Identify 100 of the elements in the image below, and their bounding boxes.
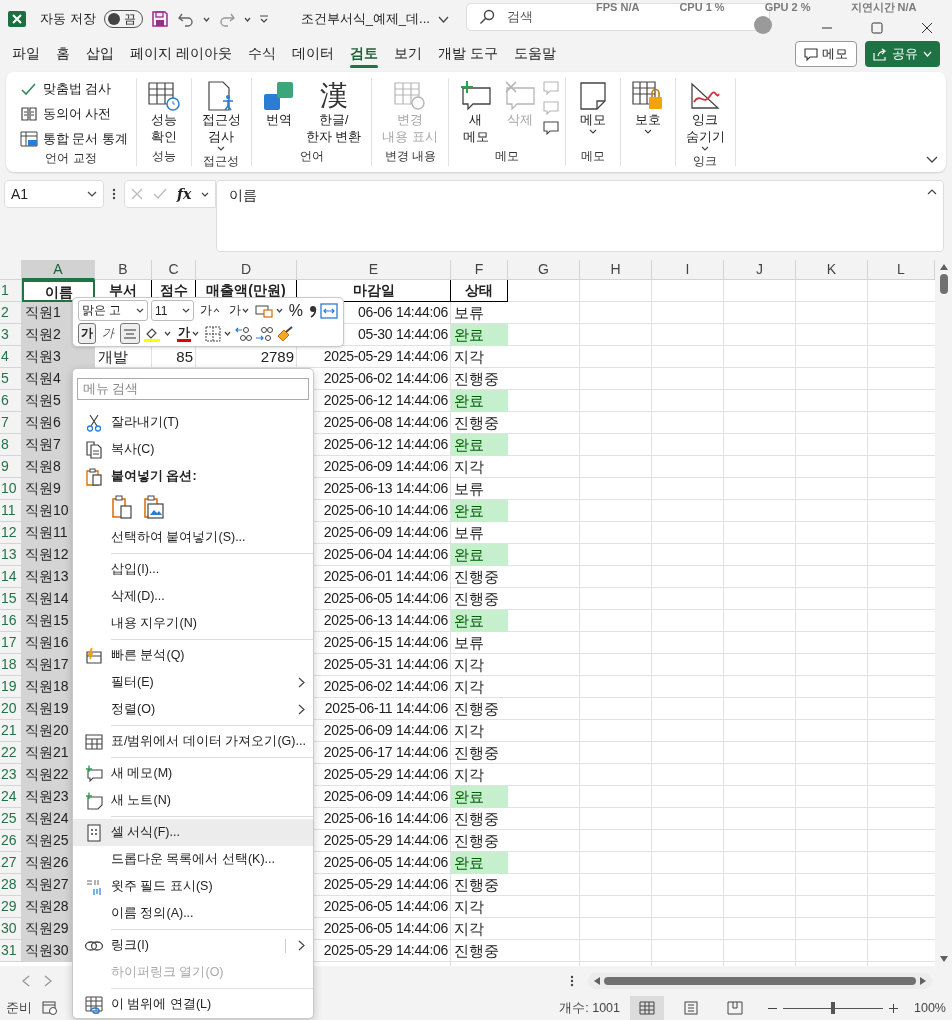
ribbon-button[interactable]: 동의어 사전	[18, 103, 130, 125]
italic-button[interactable]: 가	[99, 323, 117, 344]
ribbon-button[interactable]: 번역	[257, 78, 300, 131]
formula-field[interactable]: 이름	[216, 180, 944, 252]
horizontal-scrollbar[interactable]	[588, 973, 932, 989]
comment-nav-icon[interactable]	[542, 120, 559, 136]
share-button[interactable]: 공유	[865, 41, 940, 67]
ribbon-button[interactable]: 보호	[626, 78, 669, 136]
row-header[interactable]: 10	[0, 478, 22, 500]
center-align-button[interactable]	[120, 323, 140, 344]
normal-view-icon[interactable]	[630, 996, 664, 1020]
font-color-button[interactable]: 가	[174, 323, 202, 344]
next-sheet-icon[interactable]	[44, 975, 52, 987]
paste-picture-icon[interactable]	[143, 495, 165, 519]
ribbon-tab[interactable]: 도움말	[505, 39, 564, 69]
row-header[interactable]: 3	[0, 324, 22, 346]
row-header[interactable]: 29	[0, 896, 22, 918]
row-header[interactable]: 18	[0, 654, 22, 676]
increase-decimal-icon[interactable]	[234, 325, 252, 342]
close-icon[interactable]	[921, 22, 933, 34]
previous-sheet-icon[interactable]	[22, 975, 30, 987]
row-header[interactable]: 5	[0, 368, 22, 390]
row-header[interactable]: 20	[0, 698, 22, 720]
ribbon-tab[interactable]: 보기	[385, 39, 430, 69]
row-header[interactable]: 22	[0, 742, 22, 764]
row-header[interactable]: 14	[0, 566, 22, 588]
ribbon-button[interactable]: 잉크 숨기기	[681, 78, 729, 153]
row-header[interactable]: 11	[0, 500, 22, 522]
zoom-in-icon[interactable]	[889, 1003, 898, 1013]
row-header[interactable]: 31	[0, 940, 22, 962]
save-icon[interactable]	[150, 10, 169, 28]
paste-icon[interactable]	[111, 495, 133, 519]
row-header[interactable]: 13	[0, 544, 22, 566]
maximize-icon[interactable]	[871, 22, 883, 34]
ribbon-tab[interactable]: 페이지 레이아웃	[122, 39, 240, 69]
ribbon-button[interactable]: 맞춤법 검사	[18, 78, 130, 100]
grow-font-button[interactable]: 가	[196, 300, 223, 321]
row-header[interactable]: 17	[0, 632, 22, 654]
row-header[interactable]: 19	[0, 676, 22, 698]
row-header[interactable]: 26	[0, 830, 22, 852]
zoom-level[interactable]: 100%	[914, 1001, 946, 1015]
spreadsheet-app-icon[interactable]	[8, 10, 26, 28]
ribbon-tab[interactable]: 파일	[4, 39, 48, 69]
row-header[interactable]: 30	[0, 918, 22, 940]
ribbon-button[interactable]: 성능 확인	[142, 78, 185, 148]
row-header[interactable]: 4	[0, 346, 22, 368]
decrease-decimal-icon[interactable]	[255, 325, 273, 342]
row-header[interactable]: 12	[0, 522, 22, 544]
menu-item[interactable]: 셀 서식(F)...	[73, 819, 313, 846]
borders-icon[interactable]	[205, 325, 221, 342]
ribbon-button[interactable]: 漢 한글/ 한자 변환	[301, 78, 366, 148]
scroll-thumb[interactable]	[604, 977, 916, 985]
row-header[interactable]: 16	[0, 610, 22, 632]
ribbon-tab[interactable]: 데이터	[283, 39, 342, 69]
row-header[interactable]: 9	[0, 456, 22, 478]
menu-search-field[interactable]: 메뉴 검색	[77, 378, 309, 400]
name-box[interactable]: A1	[4, 180, 104, 208]
row-header[interactable]: 6	[0, 390, 22, 412]
insert-function-button[interactable]: fx	[177, 186, 192, 202]
bold-button[interactable]: 가	[78, 323, 96, 344]
accounting-format-icon[interactable]	[254, 303, 273, 318]
ribbon-tab[interactable]: 검토	[341, 39, 386, 69]
account-avatar[interactable]	[754, 16, 772, 34]
comma-style-icon[interactable]	[309, 303, 317, 318]
row-header[interactable]: 8	[0, 434, 22, 456]
row-header[interactable]: 7	[0, 412, 22, 434]
menu-item[interactable]: 이 범위에 연결(L)	[73, 991, 313, 1018]
row-header[interactable]: 23	[0, 764, 22, 786]
merge-center-icon[interactable]	[320, 302, 338, 319]
more-icon[interactable]	[570, 975, 574, 987]
redo-icon[interactable]	[217, 11, 236, 27]
collapse-ribbon-icon[interactable]	[926, 156, 938, 164]
ribbon-button[interactable]: 접근성 검사	[197, 78, 245, 153]
ribbon-tab[interactable]: 홈	[48, 39, 78, 69]
font-size-field[interactable]: 11	[151, 300, 194, 321]
file-name[interactable]: 조건부서식_예제_데...	[296, 6, 453, 32]
comments-button[interactable]: 메모	[795, 41, 857, 67]
row-header[interactable]: 28	[0, 874, 22, 896]
ribbon-tab[interactable]: 개발 도구	[429, 39, 506, 69]
format-painter-icon[interactable]	[276, 325, 294, 342]
undo-icon[interactable]	[176, 11, 195, 27]
customize-caret-icon[interactable]	[258, 14, 269, 24]
row-header[interactable]: 27	[0, 852, 22, 874]
row-header[interactable]: 1	[0, 280, 22, 302]
row-header[interactable]: 2	[0, 302, 22, 324]
percent-button[interactable]: %	[285, 300, 306, 321]
shrink-font-button[interactable]: 가	[225, 300, 252, 321]
column-header[interactable]: A	[22, 260, 95, 280]
font-name-field[interactable]: 맑은 고	[78, 300, 149, 321]
scroll-thumb[interactable]	[939, 274, 948, 294]
ribbon-tab[interactable]: 삽입	[78, 39, 122, 69]
ribbon-button[interactable]: 통합 문서 통계	[18, 128, 130, 150]
ribbon-tab[interactable]: 수식	[239, 39, 284, 69]
row-header[interactable]: 25	[0, 808, 22, 830]
row-header[interactable]: 24	[0, 786, 22, 808]
ribbon-button[interactable]: 새 메모	[454, 78, 497, 148]
row-header[interactable]: 21	[0, 720, 22, 742]
ribbon-button[interactable]: 메모	[571, 78, 614, 136]
row-header[interactable]: 15	[0, 588, 22, 610]
accessibility-icon[interactable]	[42, 1001, 58, 1015]
